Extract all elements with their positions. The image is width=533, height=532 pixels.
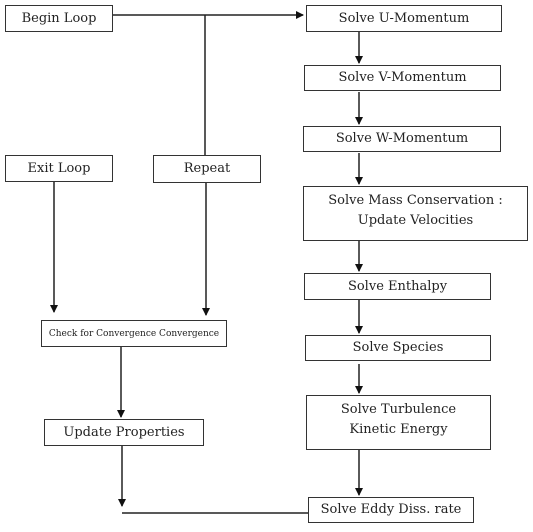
node-label: Solve U-Momentum xyxy=(338,10,470,26)
node-label: Solve Enthalpy xyxy=(347,278,448,294)
node-label: Solve Eddy Diss. rate xyxy=(320,502,462,517)
node-repeat: Repeat xyxy=(153,155,261,183)
node-label: Repeat xyxy=(183,161,231,176)
node-label: Solve Species xyxy=(352,340,444,355)
node-label: Solve Turbulence Kinetic Energy xyxy=(340,402,457,437)
node-solve-eddy-diss-rate: Solve Eddy Diss. rate xyxy=(308,497,474,523)
node-solve-v-momentum: Solve V-Momentum xyxy=(304,65,501,91)
node-update-properties: Update Properties xyxy=(44,419,204,446)
node-label: Exit Loop xyxy=(27,160,91,176)
node-check-convergence: Check for Convergence Convergence xyxy=(41,320,227,347)
node-solve-u-momentum: Solve U-Momentum xyxy=(306,5,502,32)
node-solve-turbulence: Solve Turbulence Kinetic Energy xyxy=(306,395,491,450)
node-label: Update Properties xyxy=(63,424,185,440)
node-label: Solve V-Momentum xyxy=(338,70,467,85)
node-label: Check for Convergence Convergence xyxy=(48,328,220,339)
node-exit-loop: Exit Loop xyxy=(5,155,113,182)
node-solve-mass-conservation: Solve Mass Conservation : Update Velocit… xyxy=(303,186,528,241)
node-solve-w-momentum: Solve W-Momentum xyxy=(303,126,501,152)
node-label: Solve Mass Conservation : Update Velocit… xyxy=(328,193,503,228)
node-begin-loop: Begin Loop xyxy=(5,5,113,32)
node-label: Begin Loop xyxy=(21,10,97,26)
node-label: Solve W-Momentum xyxy=(335,131,469,146)
node-solve-species: Solve Species xyxy=(305,335,491,361)
node-solve-enthalpy: Solve Enthalpy xyxy=(304,273,491,300)
